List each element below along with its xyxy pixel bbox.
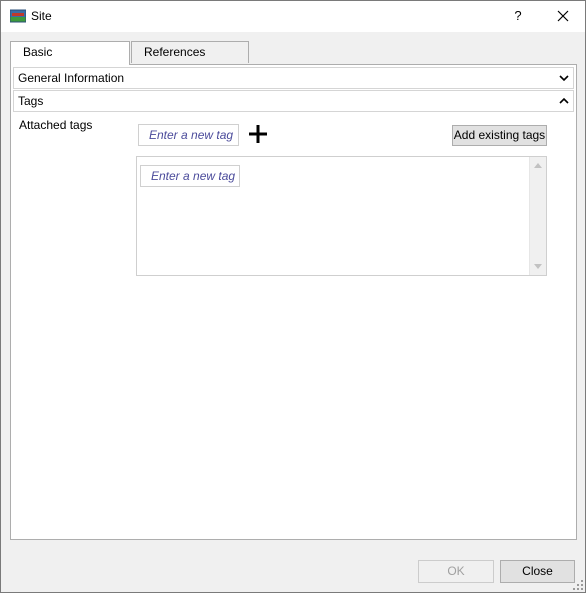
section-general-information[interactable]: General Information [13, 67, 574, 89]
close-button[interactable]: Close [500, 560, 575, 583]
scroll-up-button[interactable] [530, 157, 546, 174]
resize-grip-icon[interactable] [573, 580, 583, 590]
new-tag-input[interactable]: Enter a new tag [138, 124, 239, 146]
plus-icon [249, 125, 267, 143]
add-tag-button[interactable] [247, 122, 269, 146]
tab-panel-basic: General Information Tags Attached tags E… [10, 64, 577, 540]
tab-references[interactable]: References [131, 41, 249, 63]
list-new-tag-input[interactable]: Enter a new tag [140, 165, 240, 187]
ok-button[interactable]: OK [418, 560, 494, 583]
scroll-up-arrow-icon [534, 163, 542, 168]
close-icon [557, 10, 569, 22]
tags-list-scrollbar[interactable] [529, 157, 546, 275]
window-title: Site [31, 9, 52, 23]
scroll-down-button[interactable] [530, 258, 546, 275]
site-app-icon [9, 8, 27, 24]
tab-basic[interactable]: Basic [10, 41, 130, 65]
window-close-button[interactable] [549, 4, 577, 28]
title-bar: Site ? [1, 1, 585, 32]
add-existing-tags-button[interactable]: Add existing tags [452, 125, 547, 146]
attached-tags-label: Attached tags [19, 118, 93, 132]
chevron-down-icon [559, 75, 569, 82]
section-general-label: General Information [18, 71, 125, 85]
section-tags-label: Tags [18, 94, 44, 108]
section-tags[interactable]: Tags [13, 90, 574, 112]
help-button[interactable]: ? [504, 4, 532, 28]
scroll-down-arrow-icon [534, 264, 542, 269]
dialog-footer: OK Close [1, 547, 585, 592]
site-dialog: Site ? Basic References General Informat… [0, 0, 586, 593]
attached-tags-list[interactable]: Enter a new tag [136, 156, 547, 276]
chevron-up-icon [559, 97, 569, 104]
